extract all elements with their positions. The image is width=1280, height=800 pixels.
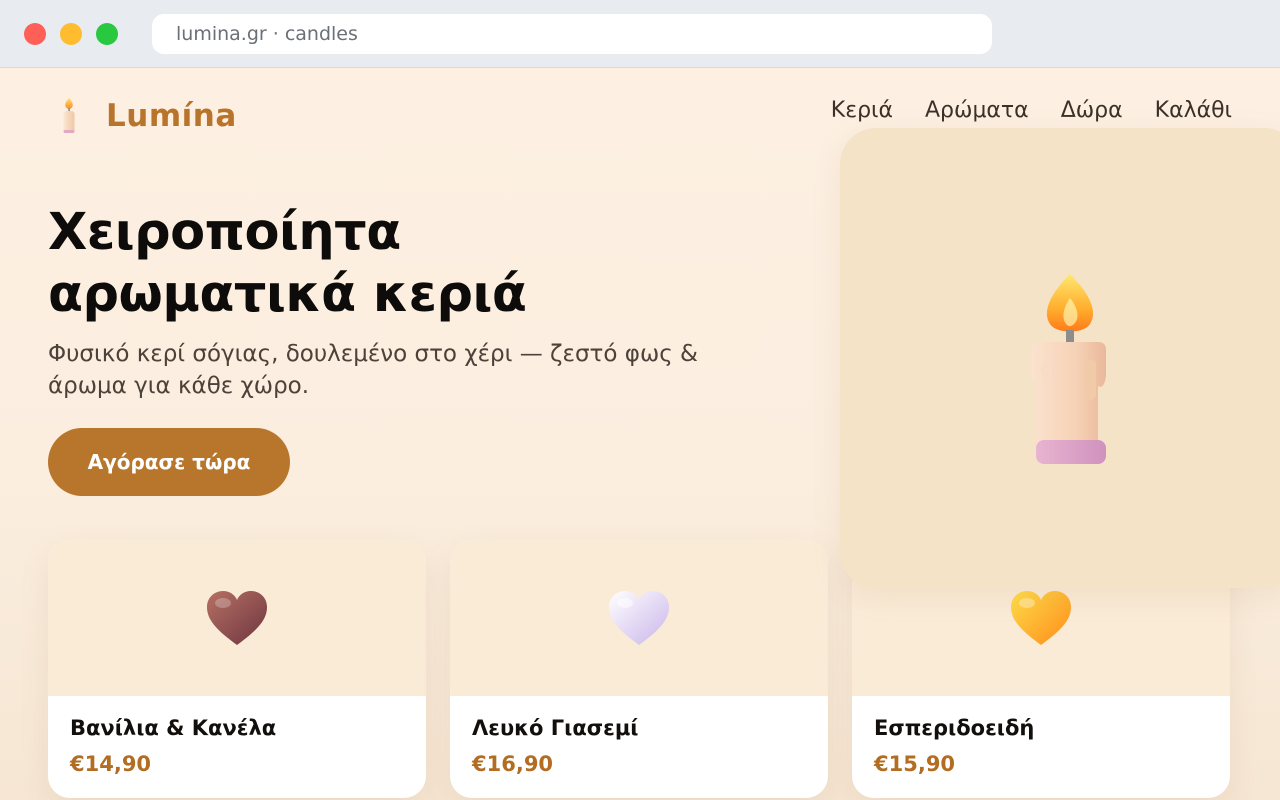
product-card[interactable]: Λευκό Γιασεμί €16,90 [450, 540, 828, 798]
product-name: Εσπεριδοειδή [874, 716, 1035, 740]
buy-now-button[interactable]: Αγόρασε τώρα [48, 428, 290, 496]
page: Lumína Κεριά Αρώματα Δώρα Καλάθι Χειροπο… [0, 68, 1280, 800]
product-name: Λευκό Γιασεμί [472, 716, 639, 740]
orange-heart-icon [1011, 591, 1071, 645]
hero-title-line-1: Χειροποίητα [48, 203, 401, 262]
hero-title: Χειροποίητα αρωματικά κεριά [48, 202, 748, 326]
main-nav: Κεριά Αρώματα Δώρα Καλάθι [831, 98, 1232, 123]
minimize-window-button[interactable] [60, 23, 82, 45]
address-bar[interactable]: lumina.gr · candles [152, 14, 992, 54]
hero-subtitle: Φυσικό κερί σόγιας, δουλεμένο στο χέρι —… [48, 341, 698, 399]
nav-candles[interactable]: Κεριά [831, 98, 893, 123]
hero-title-line-2: αρωματικά κεριά [48, 265, 527, 324]
candle-icon [54, 96, 90, 136]
lit-candle-icon [1030, 274, 1106, 464]
product-name: Βανίλια & Κανέλα [70, 716, 277, 740]
hero-image-card [840, 128, 1280, 588]
nav-gifts[interactable]: Δώρα [1061, 98, 1123, 123]
product-image [450, 540, 828, 696]
product-price: €16,90 [472, 752, 554, 776]
maximize-window-button[interactable] [96, 23, 118, 45]
nav-cart[interactable]: Καλάθι [1155, 98, 1232, 123]
product-card[interactable]: Βανίλια & Κανέλα €14,90 [48, 540, 426, 798]
brand-name: Lumína [106, 98, 237, 134]
product-price: €14,90 [70, 752, 152, 776]
nav-scents[interactable]: Αρώματα [925, 98, 1029, 123]
white-heart-icon [609, 591, 669, 645]
brown-heart-icon [207, 591, 267, 645]
product-image [48, 540, 426, 696]
browser-chrome: lumina.gr · candles [0, 0, 1280, 68]
close-window-button[interactable] [24, 23, 46, 45]
product-price: €15,90 [874, 752, 956, 776]
brand-logo[interactable]: Lumína [54, 96, 237, 136]
